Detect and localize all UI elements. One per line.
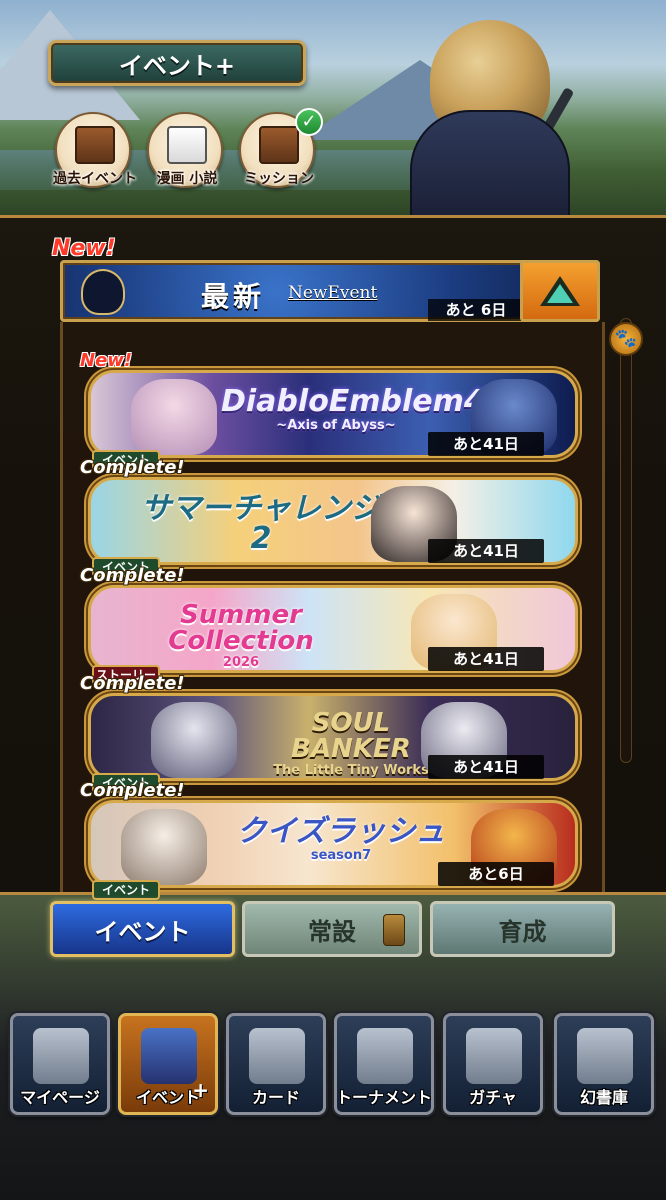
collapse-toggle-button[interactable] [520, 260, 600, 322]
character-illustration [410, 0, 575, 215]
banner-logo: Summer Collection 2026 [121, 602, 361, 669]
banner-logo-sub: season7 [310, 848, 372, 863]
status-label: Complete! [80, 780, 185, 801]
category-tabs: イベント 常設 育成 [0, 895, 666, 967]
nav-card-button[interactable]: カード [226, 1013, 326, 1115]
character-portrait [121, 809, 207, 885]
banner-logo-sub: ~Axis of Abyss~ [276, 418, 396, 433]
new-label: New! [52, 236, 116, 261]
event-banner[interactable]: Complete! サマーチャレンジ2 あと41日 イベント [80, 457, 578, 577]
banner-logo-text: SOUL BANKER [291, 708, 411, 764]
manga-icon [167, 126, 207, 164]
status-label: New! [80, 350, 133, 371]
remaining-days: あと41日 [428, 755, 544, 779]
check-icon: ✓ [295, 108, 323, 136]
event-banner[interactable]: New! DiabloEmblem4 ~Axis of Abyss~ あと41日 … [80, 350, 578, 470]
gacha-icon [466, 1028, 522, 1084]
remaining-days: あと6日 [438, 862, 554, 886]
cat-emblem-icon [81, 269, 125, 315]
event-banner[interactable]: Complete! SOUL BANKER The Little Tiny Wor… [80, 673, 578, 793]
character-portrait [151, 702, 237, 778]
banner-logo: クイズラッシュ season7 [231, 814, 451, 863]
event-plus-screen: イベント+ 過去イベント 漫画 小説 ミッション ✓ New! 最新 NewEv… [0, 0, 666, 1200]
triangle-up-icon [540, 276, 580, 306]
nav-gacha-button[interactable]: ガチャ [443, 1013, 543, 1115]
remaining-days: あと41日 [428, 432, 544, 456]
status-label: Complete! [80, 673, 185, 694]
shortcut-row: 過去イベント 漫画 小説 ミッション ✓ [53, 108, 323, 188]
page-title: イベント+ [118, 51, 236, 80]
event-cat-icon [141, 1028, 197, 1084]
nav-mypage-button[interactable]: マイページ [10, 1013, 110, 1115]
mission-button[interactable]: ミッション ✓ [239, 108, 323, 188]
home-icon [33, 1028, 89, 1084]
mission-label: ミッション [244, 171, 314, 187]
event-banner[interactable]: Complete! クイズラッシュ season7 あと6日 イベント [80, 780, 578, 900]
nav-library-label: 幻書庫 [579, 1088, 628, 1107]
remaining-days: あと41日 [428, 647, 544, 671]
library-icon [577, 1028, 633, 1084]
page-title-plate: イベント+ [48, 40, 306, 86]
nav-card-label: カード [251, 1088, 300, 1107]
tab-training[interactable]: 育成 [430, 901, 615, 957]
tab-permanent[interactable]: 常設 [242, 901, 422, 957]
character-portrait [131, 379, 217, 455]
latest-title: 最新 [201, 280, 266, 313]
past-events-button[interactable]: 過去イベント [53, 112, 137, 188]
tab-permanent-label: 常設 [308, 917, 356, 946]
banner-logo: サマーチャレンジ2 [131, 494, 391, 556]
status-label: Complete! [80, 565, 185, 586]
banner-logo-text: サマーチャレンジ2 [141, 491, 381, 556]
mission-icon [259, 126, 299, 164]
banner-logo-sub: The Little Tiny Works [273, 763, 429, 778]
past-events-label: 過去イベント [53, 171, 137, 187]
bottom-navigation: マイページ イベント + カード トーナメント ガチャ 幻書庫 [0, 1005, 666, 1125]
latest-event-header[interactable]: 最新 NewEvent あと 6日 [60, 260, 600, 322]
character-body [410, 110, 570, 215]
lantern-icon [383, 914, 405, 946]
cards-icon [249, 1028, 305, 1084]
nav-tournament-label: トーナメント [335, 1088, 432, 1107]
banner-logo-text: Summer Collection [168, 600, 314, 656]
banner-logo: DiabloEmblem4 ~Axis of Abyss~ [221, 387, 485, 433]
tab-event-label: イベント [94, 917, 191, 946]
banner-logo-text: クイズラッシュ [236, 814, 446, 849]
nav-gacha-label: ガチャ [469, 1088, 517, 1107]
latest-subtitle: NewEvent [288, 283, 378, 303]
scrollbar[interactable] [620, 318, 632, 763]
plus-icon: + [192, 1078, 209, 1102]
book-icon [75, 126, 115, 164]
remaining-days: あと41日 [428, 539, 544, 563]
tab-event[interactable]: イベント [50, 901, 235, 957]
event-banner[interactable]: Complete! Summer Collection 2026 あと41日 スト… [80, 565, 578, 685]
manga-novel-label: 漫画 小説 [156, 171, 218, 187]
trophy-icon [357, 1028, 413, 1084]
banner-logo-text: DiabloEmblem4 [221, 384, 485, 419]
tab-training-label: 育成 [498, 917, 547, 946]
nav-event-button[interactable]: イベント + [118, 1013, 218, 1115]
paw-scroll-handle-icon[interactable]: 🐾 [609, 322, 643, 356]
status-label: Complete! [80, 457, 185, 478]
latest-remaining: あと 6日 [428, 299, 524, 321]
nav-tournament-button[interactable]: トーナメント [334, 1013, 434, 1115]
nav-library-button[interactable]: 幻書庫 [554, 1013, 654, 1115]
nav-mypage-label: マイページ [20, 1088, 100, 1107]
manga-novel-button[interactable]: 漫画 小説 [147, 112, 223, 188]
